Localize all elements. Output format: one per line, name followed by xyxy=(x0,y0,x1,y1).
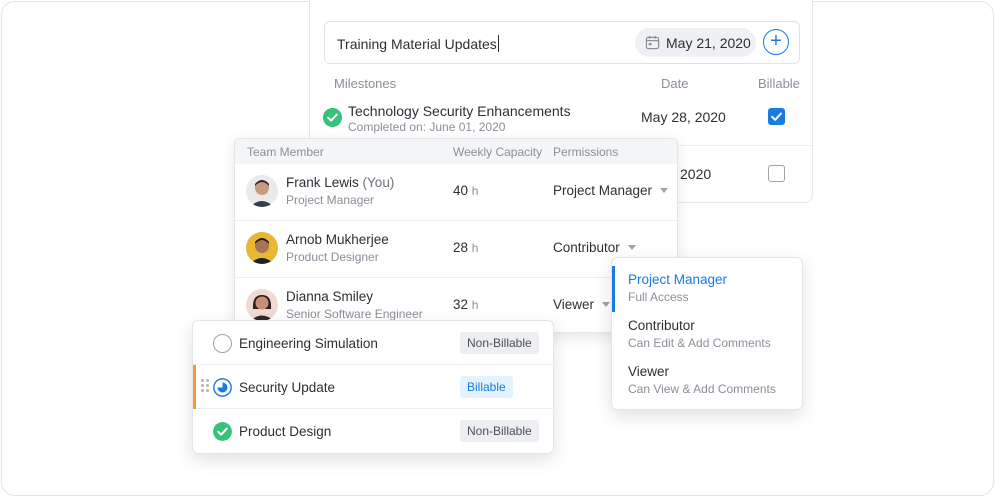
permission-dropdown[interactable]: Contributor xyxy=(553,240,636,255)
permission-option-viewer[interactable]: Viewer Can View & Add Comments xyxy=(612,350,802,396)
milestone-title: Technology Security Enhancements xyxy=(348,103,571,119)
weekly-capacity-header: Weekly Capacity xyxy=(453,145,543,159)
permission-dropdown[interactable]: Viewer xyxy=(553,297,611,312)
dropdown-caret-icon xyxy=(627,245,636,250)
member-name: Arnob Mukherjee xyxy=(286,232,389,247)
avatar xyxy=(246,232,278,264)
permission-option-desc: Full Access xyxy=(628,290,689,304)
dropdown-caret-icon xyxy=(660,188,669,193)
permission-dropdown[interactable]: Project Manager xyxy=(553,183,669,198)
task-row[interactable]: Engineering Simulation Non-Billable xyxy=(193,321,553,365)
capacity-unit: h xyxy=(471,241,479,255)
capacity-value: 28 xyxy=(453,240,469,255)
avatar xyxy=(246,175,278,207)
capacity-value: 40 xyxy=(453,183,469,198)
task-label: Engineering Simulation xyxy=(239,336,378,351)
tasks-panel: Engineering Simulation Non-Billable Secu… xyxy=(192,320,554,454)
task-row[interactable]: Product Design Non-Billable xyxy=(193,409,553,453)
permission-option-desc: Can Edit & Add Comments xyxy=(628,336,771,350)
task-label: Product Design xyxy=(239,424,332,439)
dropdown-caret-icon xyxy=(602,302,611,307)
checkmark-icon xyxy=(771,112,782,121)
status-not-started-icon[interactable] xyxy=(213,334,232,353)
milestone-completed-date: Completed on: June 01, 2020 xyxy=(348,120,506,134)
milestone-title-value: Training Material Updates xyxy=(337,36,497,52)
weekly-capacity[interactable]: 28 h xyxy=(453,240,478,255)
task-label: Security Update xyxy=(239,380,336,395)
team-table-header: Team Member Weekly Capacity Permissions xyxy=(235,139,677,164)
plus-icon[interactable]: + xyxy=(763,29,789,55)
avatar xyxy=(246,289,278,321)
team-row: Frank Lewis (You) Project Manager 40 h P… xyxy=(235,164,677,221)
permission-menu: Project Manager Full Access Contributor … xyxy=(611,257,803,410)
task-row-dragging[interactable]: Security Update Billable xyxy=(193,365,553,409)
billable-header: Billable xyxy=(758,76,800,91)
due-date-value: May 21, 2020 xyxy=(666,35,751,51)
permission-option-contributor[interactable]: Contributor Can Edit & Add Comments xyxy=(612,304,802,350)
due-date-picker[interactable]: May 21, 2020 xyxy=(635,28,756,57)
billable-checkbox-checked[interactable] xyxy=(768,108,785,125)
team-member-header: Team Member xyxy=(247,145,324,159)
permission-value: Contributor xyxy=(553,240,620,255)
milestone-title-input[interactable]: Training Material Updates May 21, 2020 + xyxy=(324,21,800,64)
weekly-capacity[interactable]: 40 h xyxy=(453,183,478,198)
member-name: Dianna Smiley xyxy=(286,289,374,304)
text-cursor xyxy=(497,35,499,52)
check-circle-icon[interactable] xyxy=(213,422,232,441)
permissions-header: Permissions xyxy=(553,145,619,159)
member-role: Project Manager xyxy=(286,193,375,207)
you-tag: (You) xyxy=(362,175,395,190)
calendar-icon xyxy=(645,35,660,50)
billing-badge: Non-Billable xyxy=(460,420,539,442)
capacity-value: 32 xyxy=(453,297,469,312)
capacity-unit: h xyxy=(471,184,479,198)
date-header: Date xyxy=(661,76,689,91)
milestone-date: May 28, 2020 xyxy=(641,109,726,125)
capacity-unit: h xyxy=(471,298,479,312)
billable-checkbox-unchecked[interactable] xyxy=(768,165,785,182)
billing-badge: Non-Billable xyxy=(460,332,539,354)
member-role: Senior Software Engineer xyxy=(286,307,423,321)
member-role: Product Designer xyxy=(286,250,379,264)
member-name: Frank Lewis xyxy=(286,175,359,190)
permission-option-desc: Can View & Add Comments xyxy=(628,382,776,396)
permission-option-label: Contributor xyxy=(628,318,695,333)
check-circle-icon xyxy=(323,108,342,127)
billing-badge: Billable xyxy=(460,376,513,398)
milestone-date: 2020 xyxy=(680,166,712,182)
milestones-header: Milestones xyxy=(334,76,397,91)
permission-option-label: Project Manager xyxy=(628,272,728,287)
permission-option-project-manager[interactable]: Project Manager Full Access xyxy=(612,258,802,312)
permission-option-label: Viewer xyxy=(628,364,670,379)
permission-value: Viewer xyxy=(553,297,595,312)
weekly-capacity[interactable]: 32 h xyxy=(453,297,478,312)
status-in-progress-icon[interactable] xyxy=(213,378,232,397)
permission-value: Project Manager xyxy=(553,183,653,198)
drag-handle-icon[interactable] xyxy=(201,379,209,395)
